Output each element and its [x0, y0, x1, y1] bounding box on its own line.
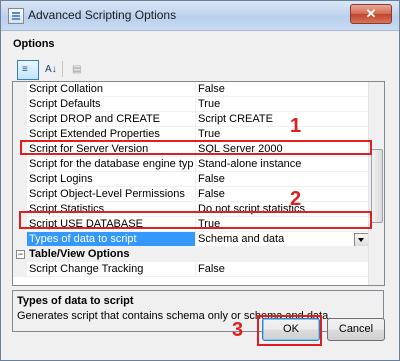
advanced-scripting-options-dialog: Advanced Scripting Options ✕ Options ≡ A… [0, 0, 400, 361]
dialog-body: Options ≡ A↓ ▤ Script Collation False Scr… [9, 32, 390, 350]
annotation-box-1 [20, 140, 372, 155]
property-row[interactable]: Script Defaults True [13, 97, 371, 112]
annotation-box-3 [257, 315, 322, 346]
toolbar-separator [62, 61, 63, 77]
property-row[interactable]: Script Collation False [13, 82, 371, 97]
property-row[interactable]: Script DROP and CREATE Script CREATE [13, 112, 371, 127]
dialog-icon [8, 8, 24, 24]
alphabetical-icon[interactable]: A↓ [40, 60, 62, 80]
property-name: Script Logins [29, 173, 93, 185]
property-name: Script Defaults [29, 98, 101, 110]
property-pages-icon[interactable]: ▤ [67, 60, 89, 80]
property-name: Script for the database engine type [29, 158, 193, 170]
title-bar[interactable]: Advanced Scripting Options ✕ [1, 1, 399, 31]
category-label: Table/View Options [29, 248, 130, 260]
cancel-button[interactable]: Cancel [327, 318, 385, 341]
window-title: Advanced Scripting Options [28, 8, 177, 22]
vertical-scrollbar[interactable] [368, 82, 384, 285]
property-row[interactable]: Script Logins False [13, 172, 371, 187]
types-of-data-dropdown[interactable]: Schema and data [198, 233, 368, 245]
scrollbar-thumb[interactable] [371, 149, 383, 223]
property-name: Script Object-Level Permissions [29, 188, 185, 200]
property-value[interactable]: False [198, 263, 368, 275]
annotation-number-2: 2 [290, 188, 302, 210]
close-button[interactable]: ✕ [350, 4, 392, 24]
annotation-box-2 [19, 211, 372, 229]
property-value[interactable]: Script CREATE [198, 113, 368, 125]
property-value[interactable]: False [198, 83, 368, 95]
property-value[interactable]: False [198, 188, 368, 200]
property-row-types-of-data[interactable]: Types of data to script Schema and data [13, 232, 371, 247]
property-row[interactable]: Script for the database engine type Stand… [13, 157, 371, 172]
property-value[interactable]: True [198, 98, 368, 110]
chevron-down-icon[interactable] [354, 233, 369, 247]
collapse-icon[interactable]: − [16, 250, 25, 259]
property-name: Script DROP and CREATE [29, 113, 161, 125]
property-name-selected: Types of data to script [27, 232, 195, 247]
property-name: Script Collation [29, 83, 103, 95]
description-title: Types of data to script [17, 295, 134, 307]
property-row[interactable]: Script Object-Level Permissions False [13, 187, 371, 202]
annotation-number-3: 3 [232, 319, 244, 341]
property-value[interactable]: False [198, 173, 368, 185]
property-name: Script Extended Properties [29, 128, 160, 140]
property-value[interactable]: True [198, 128, 368, 140]
category-row-table-view-options[interactable]: − Table/View Options [13, 247, 371, 262]
property-row[interactable]: Script Change Tracking False [13, 262, 371, 277]
categorized-icon[interactable]: ≡ [17, 60, 39, 80]
property-name: Script Change Tracking [29, 263, 144, 275]
property-grid: Script Collation False Script Defaults Tru… [12, 81, 385, 286]
property-grid-toolbar: ≡ A↓ ▤ [13, 58, 85, 80]
annotation-number-1: 1 [290, 115, 302, 137]
property-value[interactable]: Stand-alone instance [198, 158, 368, 170]
options-heading: Options [13, 38, 55, 50]
